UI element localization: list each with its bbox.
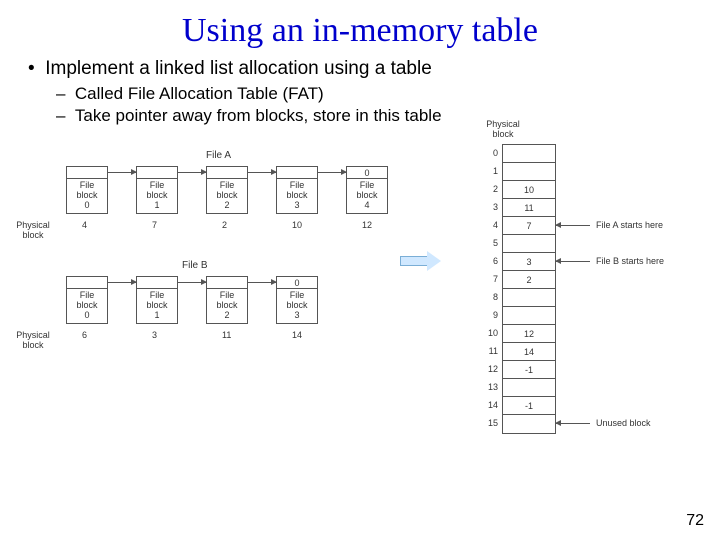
fat-index: 12 — [484, 364, 498, 374]
block-body: Fileblock0 — [67, 179, 107, 213]
fat-row: 14 — [503, 343, 555, 361]
slide-title: Using an in-memory table — [0, 0, 720, 58]
file-b-label: File B — [182, 260, 208, 271]
fat-table: 10117321214-1-1 — [502, 144, 556, 434]
fat-index: 14 — [484, 400, 498, 410]
file-block: 0 Fileblock4 — [346, 166, 388, 214]
block-body: Fileblock3 — [277, 289, 317, 323]
unused-arrow — [556, 423, 590, 424]
fat-row — [503, 289, 555, 307]
fat-index: 3 — [484, 202, 498, 212]
file-block: Fileblock2 — [206, 166, 248, 214]
block-pointer — [207, 167, 247, 179]
fat-index: 0 — [484, 148, 498, 158]
fat-row: -1 — [503, 361, 555, 379]
fat-row — [503, 415, 555, 433]
block-pointer — [277, 167, 317, 179]
fat-row — [503, 145, 555, 163]
fat-row — [503, 163, 555, 181]
block-pointer — [67, 277, 107, 289]
fat-row: 3 — [503, 253, 555, 271]
phys-block-label-a: Physicalblock — [10, 221, 56, 241]
fat-row: 2 — [503, 271, 555, 289]
file-block: Fileblock1 — [136, 166, 178, 214]
link-arrow — [318, 172, 346, 173]
block-pointer — [67, 167, 107, 179]
fat-index: 9 — [484, 310, 498, 320]
fat-row: 11 — [503, 199, 555, 217]
file-block: Fileblock0 — [66, 276, 108, 324]
file-b-start-arrow — [556, 261, 590, 262]
link-arrow — [178, 282, 206, 283]
block-body: Fileblock2 — [207, 289, 247, 323]
fat-row — [503, 379, 555, 397]
link-arrow — [248, 172, 276, 173]
block-body: Fileblock4 — [347, 179, 387, 213]
fat-row: 7 — [503, 217, 555, 235]
file-block: Fileblock1 — [136, 276, 178, 324]
fat-index: 7 — [484, 274, 498, 284]
file-a-start-text: File A starts here — [596, 220, 663, 230]
file-block: Fileblock3 — [276, 166, 318, 214]
bullet-2a-text: Called File Allocation Table (FAT) — [75, 84, 324, 103]
block-body: Fileblock3 — [277, 179, 317, 213]
fat-index: 13 — [484, 382, 498, 392]
fat-row: -1 — [503, 397, 555, 415]
bullet-1: • Implement a linked list allocation usi… — [28, 58, 700, 80]
phys-block-num: 4 — [82, 220, 87, 230]
fat-index: 11 — [484, 346, 498, 356]
fat-row — [503, 235, 555, 253]
block-pointer — [137, 277, 177, 289]
link-arrow — [248, 282, 276, 283]
link-arrow — [108, 282, 136, 283]
bullet-2b-text: Take pointer away from blocks, store in … — [75, 106, 442, 125]
fat-row: 10 — [503, 181, 555, 199]
block-pointer — [137, 167, 177, 179]
bullet-2b: – Take pointer away from blocks, store i… — [28, 106, 700, 126]
file-block: Fileblock2 — [206, 276, 248, 324]
unused-text: Unused block — [596, 418, 651, 428]
phys-block-num: 10 — [292, 220, 302, 230]
file-b-start-text: File B starts here — [596, 256, 664, 266]
bullet-list: • Implement a linked list allocation usi… — [0, 58, 720, 126]
phys-block-num: 3 — [152, 330, 157, 340]
phys-block-num: 7 — [152, 220, 157, 230]
fat-index: 6 — [484, 256, 498, 266]
block-body: Fileblock0 — [67, 289, 107, 323]
file-a-label: File A — [206, 150, 231, 161]
block-pointer — [207, 277, 247, 289]
block-body: Fileblock2 — [207, 179, 247, 213]
phys-block-num: 2 — [222, 220, 227, 230]
fat-index: 1 — [484, 166, 498, 176]
link-arrow — [108, 172, 136, 173]
file-a-start-arrow — [556, 225, 590, 226]
block-pointer: 0 — [347, 167, 387, 179]
fat-row — [503, 307, 555, 325]
page-number: 72 — [686, 512, 704, 530]
block-body: Fileblock1 — [137, 289, 177, 323]
block-body: Fileblock1 — [137, 179, 177, 213]
file-block: Fileblock0 — [66, 166, 108, 214]
block-pointer: 0 — [277, 277, 317, 289]
bullet-2a: – Called File Allocation Table (FAT) — [28, 84, 700, 104]
fat-row: 12 — [503, 325, 555, 343]
fat-header: Physicalblock — [480, 120, 526, 140]
fat-index: 10 — [484, 328, 498, 338]
fat-index: 2 — [484, 184, 498, 194]
link-arrow — [178, 172, 206, 173]
fat-index: 15 — [484, 418, 498, 428]
fat-index: 5 — [484, 238, 498, 248]
file-block: 0 Fileblock3 — [276, 276, 318, 324]
phys-block-label-b: Physicalblock — [10, 331, 56, 351]
phys-block-num: 11 — [222, 330, 231, 340]
phys-block-num: 6 — [82, 330, 87, 340]
bullet-1-text: Implement a linked list allocation using… — [45, 58, 432, 79]
phys-block-num: 12 — [362, 220, 372, 230]
fat-index: 8 — [484, 292, 498, 302]
phys-block-num: 14 — [292, 330, 302, 340]
diagram: File A Fileblock0 4 Fileblock1 7 Fileblo… — [0, 128, 720, 498]
fat-index: 4 — [484, 220, 498, 230]
